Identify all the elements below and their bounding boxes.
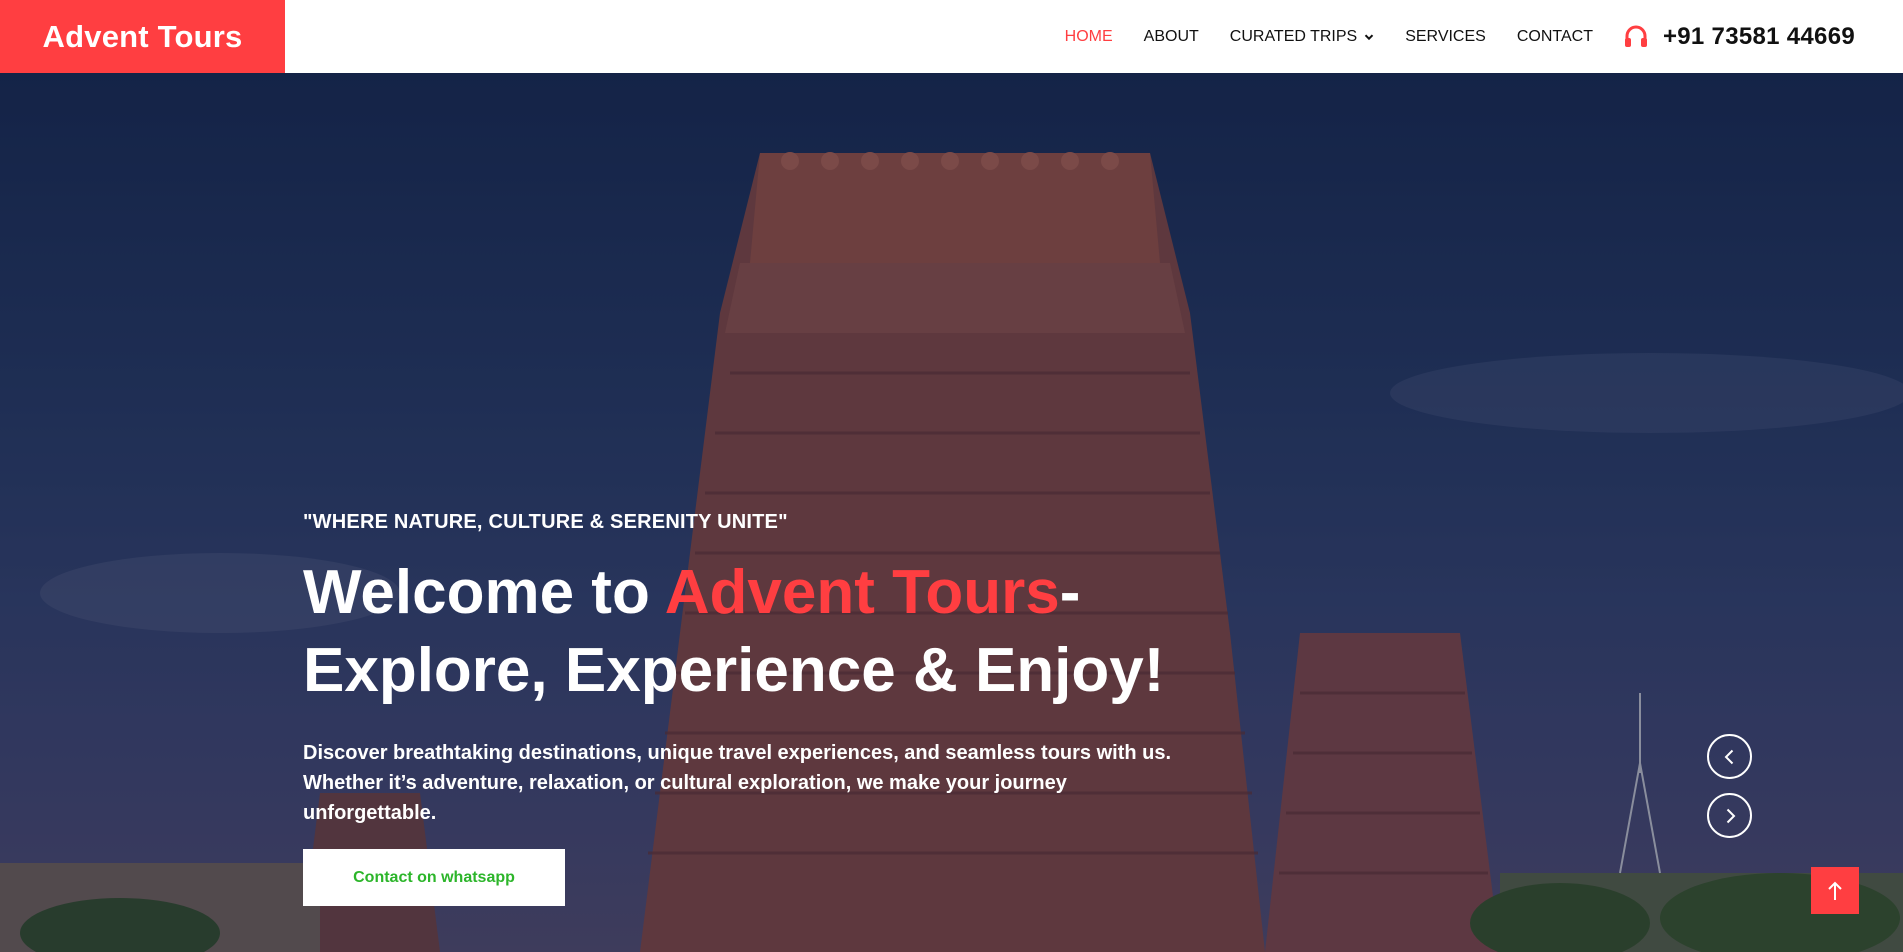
arrow-up-icon: [1828, 881, 1842, 900]
phone-number[interactable]: +91 73581 44669: [1663, 23, 1855, 51]
chevron-down-icon: [1364, 33, 1374, 40]
whatsapp-contact-button[interactable]: Contact on whatsapp: [303, 849, 565, 906]
headphones-icon: [1624, 25, 1647, 47]
hero-description: Discover breathtaking destinations, uniq…: [303, 742, 1172, 824]
hero-tagline: "WHERE NATURE, CULTURE & SERENITY UNITE": [303, 511, 788, 533]
headline-prefix: Welcome to: [303, 558, 665, 627]
nav-item-contact[interactable]: CONTACT: [1517, 28, 1593, 46]
phone-contact[interactable]: +91 73581 44669: [1623, 23, 1855, 51]
back-to-top-button[interactable]: [1811, 867, 1859, 914]
brand-logo[interactable]: Advent Tours: [0, 0, 285, 73]
chevron-left-icon: [1724, 749, 1733, 764]
brand-title[interactable]: Advent Tours: [43, 19, 243, 55]
hero-slider: "WHERE NATURE, CULTURE & SERENITY UNITE"…: [0, 73, 1903, 952]
nav-item-curated-trips[interactable]: CURATED TRIPS: [1230, 28, 1374, 46]
main-nav: HOME ABOUT CURATED TRIPS SERVICES CONTAC…: [1034, 0, 1855, 73]
nav-item-home[interactable]: HOME: [1065, 28, 1113, 46]
carousel-prev-button[interactable]: [1707, 734, 1752, 779]
carousel-next-button[interactable]: [1707, 793, 1752, 838]
site-header: Advent Tours HOME ABOUT CURATED TRIPS SE…: [0, 0, 1903, 73]
headline-suffix: -: [1059, 558, 1081, 627]
headline-line2: Explore, Experience & Enjoy!: [303, 636, 1165, 705]
nav-item-services[interactable]: SERVICES: [1405, 28, 1486, 46]
hero-content: "WHERE NATURE, CULTURE & SERENITY UNITE"…: [303, 511, 1203, 828]
hero-headline: Welcome to Advent Tours- Explore, Experi…: [303, 554, 1203, 710]
nav-item-curated-trips-label: CURATED TRIPS: [1229, 27, 1358, 45]
nav-item-about[interactable]: ABOUT: [1144, 28, 1199, 46]
headline-accent: Advent Tours: [664, 558, 1060, 627]
chevron-right-icon: [1726, 808, 1735, 823]
